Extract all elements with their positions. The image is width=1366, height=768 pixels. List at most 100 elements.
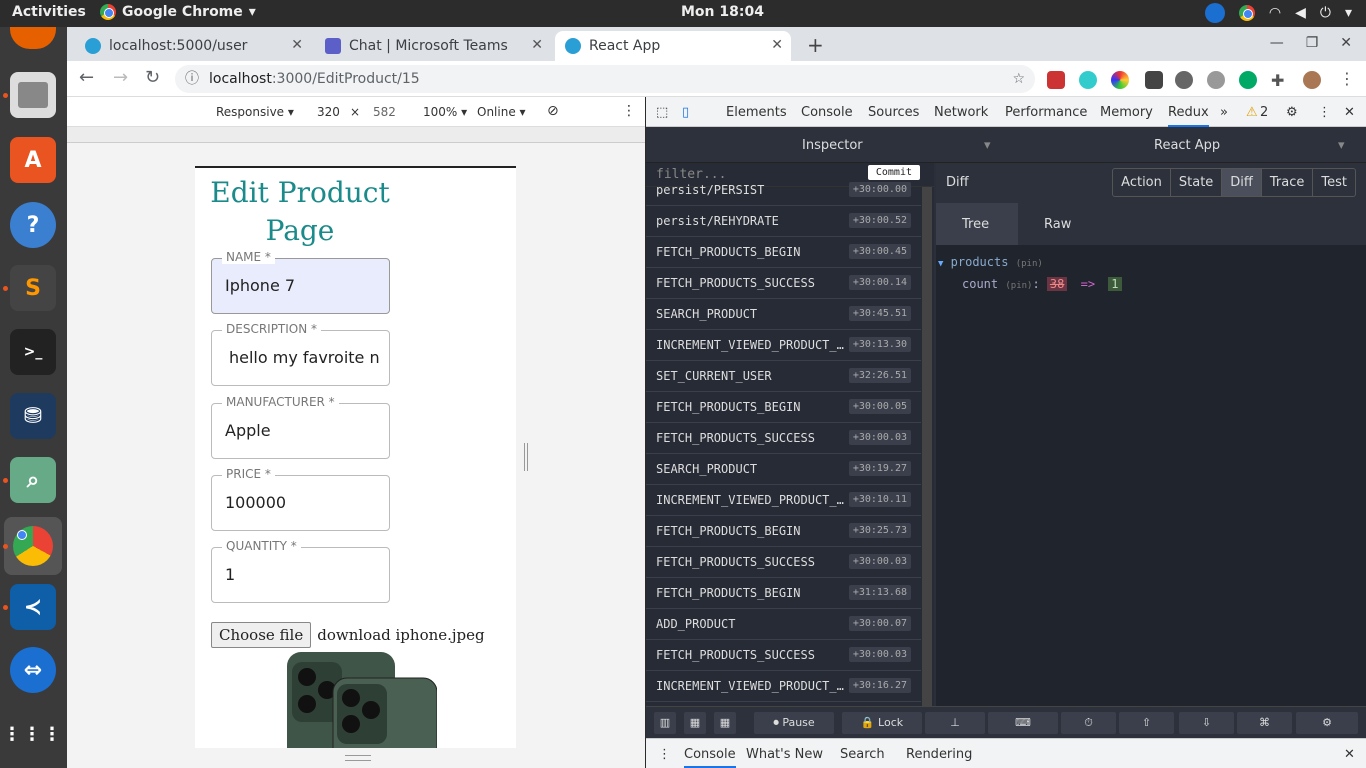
firefox-icon[interactable] — [10, 27, 56, 49]
resize-handle[interactable] — [524, 443, 528, 471]
state-mode-button[interactable]: State — [1171, 169, 1223, 196]
choose-file-button[interactable]: Choose file — [211, 622, 312, 648]
show-apps-icon[interactable]: ⋮⋮⋮ — [3, 711, 61, 757]
layout-icon[interactable]: ▦ — [684, 712, 706, 734]
color-picker-extension-icon[interactable] — [1111, 71, 1129, 89]
vscode-icon[interactable]: ≺ — [10, 584, 56, 630]
help-icon[interactable]: ? — [10, 202, 56, 248]
action-row[interactable]: INCREMENT_VIEWED_PRODUCT_… +30:16.27 — [646, 671, 921, 702]
lock-button[interactable]: 🔒 Lock — [842, 712, 922, 734]
action-row[interactable]: FETCH_PRODUCTS_SUCCESS +30:00.03 — [646, 640, 921, 671]
teamviewer-icon[interactable]: ⇔ — [10, 647, 56, 693]
clock[interactable]: Mon 18:04 — [681, 4, 764, 20]
action-row[interactable]: FETCH_PRODUCTS_SUCCESS +30:00.03 — [646, 547, 921, 578]
action-row[interactable]: FETCH_PRODUCTS_BEGIN +30:00.05 — [646, 392, 921, 423]
expand-triangle-icon[interactable]: ▼ — [938, 259, 943, 269]
instance-select[interactable]: React App — [1154, 138, 1220, 153]
avatar[interactable] — [1303, 71, 1321, 89]
drawer-tab-rendering[interactable]: Rendering — [906, 747, 972, 762]
action-row[interactable]: INCREMENT_VIEWED_PRODUCT_… +30:13.30 — [646, 330, 921, 361]
download-icon[interactable]: ⇩ — [1179, 712, 1234, 734]
drawer-tab-search[interactable]: Search — [840, 747, 885, 762]
warning-count[interactable]: 2 — [1260, 105, 1268, 120]
timer-icon[interactable]: ⏱ — [1061, 712, 1116, 734]
close-icon[interactable]: ✕ — [291, 37, 303, 53]
extension-icon[interactable] — [1047, 71, 1065, 89]
power-icon[interactable]: ⏻ — [1320, 5, 1331, 21]
close-icon[interactable]: ✕ — [531, 37, 543, 53]
drawer-tab-console[interactable]: Console — [684, 747, 736, 768]
pin-link[interactable]: (pin) — [1005, 281, 1032, 291]
upload-icon[interactable]: ⇧ — [1119, 712, 1174, 734]
tab-react-app[interactable]: React App ✕ — [555, 31, 791, 61]
zoom-select[interactable]: 100% ▾ — [423, 105, 467, 119]
pin-link[interactable]: (pin) — [1016, 259, 1043, 269]
mysql-workbench-icon[interactable]: ⛃ — [10, 393, 56, 439]
tab-network[interactable]: Network — [934, 105, 988, 120]
eyedropper-extension-icon[interactable] — [1145, 71, 1163, 89]
close-window-button[interactable]: ✕ — [1340, 35, 1352, 51]
description-value[interactable]: hello my favroite new — [229, 348, 379, 367]
close-icon[interactable]: ✕ — [771, 37, 783, 53]
puzzle-extensions-icon[interactable]: ✚ — [1271, 71, 1289, 90]
close-devtools-icon[interactable]: ✕ — [1344, 105, 1355, 120]
network-throttle-select[interactable]: Online ▾ — [477, 105, 526, 119]
price-field[interactable]: PRICE * 100000 — [211, 467, 390, 531]
tree-root-key[interactable]: products — [951, 255, 1009, 269]
extension-icon[interactable] — [1207, 71, 1225, 89]
layout-icon[interactable]: ▦ — [714, 712, 736, 734]
diff-mode-button[interactable]: Diff — [1222, 169, 1262, 196]
volume-icon[interactable]: ◀ — [1295, 5, 1306, 21]
tab-teams[interactable]: Chat | Microsoft Teams ✕ — [315, 31, 551, 61]
media-query-ruler[interactable] — [67, 127, 645, 143]
manufacturer-field[interactable]: MANUFACTURER * Apple — [211, 395, 390, 459]
chevron-down-icon[interactable]: ▾ — [1345, 5, 1352, 21]
test-mode-button[interactable]: Test — [1313, 169, 1355, 196]
new-tab-button[interactable]: + — [807, 33, 824, 57]
description-field[interactable]: DESCRIPTION * hello my favroite new — [211, 322, 390, 386]
action-row[interactable]: SEARCH_PRODUCT +30:19.27 — [646, 454, 921, 485]
reload-button[interactable]: ↻ — [145, 67, 160, 88]
info-icon[interactable]: ⓘ — [185, 65, 199, 93]
tab-redux[interactable]: Redux — [1168, 105, 1209, 127]
pause-button[interactable]: ⏺ Pause — [754, 712, 834, 734]
sublime-text-icon[interactable]: S — [10, 265, 56, 311]
action-row[interactable]: SEARCH_PRODUCT +30:45.51 — [646, 299, 921, 330]
address-bar[interactable]: ⓘ localhost:3000/EditProduct/15 ☆ — [175, 65, 1035, 93]
action-row[interactable]: persist/REHYDRATE +30:00.52 — [646, 206, 921, 237]
action-row[interactable]: FETCH_PRODUCTS_BEGIN +30:25.73 — [646, 516, 921, 547]
close-drawer-icon[interactable]: ✕ — [1344, 747, 1355, 762]
action-row[interactable]: ADD_PRODUCT +30:00.07 — [646, 609, 921, 640]
monitor-select[interactable]: Inspector — [802, 138, 863, 153]
action-mode-button[interactable]: Action — [1113, 169, 1171, 196]
devtools-menu-icon[interactable]: ⋮ — [1318, 105, 1331, 120]
action-row[interactable]: SET_CURRENT_USER +32:26.51 — [646, 361, 921, 392]
tab-memory[interactable]: Memory — [1100, 105, 1153, 120]
quantity-value[interactable]: 1 — [225, 565, 385, 584]
action-row[interactable]: FETCH_PRODUCTS_BEGIN +30:00.45 — [646, 237, 921, 268]
device-select[interactable]: Responsive ▾ — [216, 105, 294, 119]
more-tabs-icon[interactable]: » — [1220, 105, 1228, 120]
software-center-icon[interactable]: A — [10, 137, 56, 183]
tab-tree[interactable]: Tree — [936, 203, 1018, 245]
settings-gear-icon[interactable]: ⚙ — [1296, 712, 1358, 734]
device-toggle-icon[interactable]: ▯ — [682, 105, 689, 120]
app-menu[interactable]: Google Chrome ▾ — [100, 4, 256, 20]
tab-performance[interactable]: Performance — [1005, 105, 1087, 120]
extension-icon[interactable] — [1079, 71, 1097, 89]
maximize-button[interactable]: ❐ — [1306, 35, 1319, 51]
action-row[interactable]: FETCH_PRODUCTS_BEGIN +31:13.68 — [646, 578, 921, 609]
warning-icon[interactable]: ⚠ — [1246, 105, 1258, 120]
keyboard-icon[interactable]: ⌨ — [988, 712, 1058, 734]
drawer-menu-icon[interactable]: ⋮ — [658, 747, 671, 762]
action-row[interactable]: FETCH_PRODUCTS_SUCCESS +30:00.14 — [646, 268, 921, 299]
chrome-menu-icon[interactable]: ⋮ — [1339, 69, 1355, 88]
more-options-icon[interactable]: ⋮ — [622, 103, 636, 119]
extension-icon[interactable] — [1175, 71, 1193, 89]
tab-user[interactable]: localhost:5000/user ✕ — [75, 31, 311, 61]
chevron-down-icon[interactable]: ▾ — [984, 138, 991, 153]
layout-icon[interactable]: ▥ — [654, 712, 676, 734]
activities-button[interactable]: Activities — [12, 4, 86, 20]
trace-mode-button[interactable]: Trace — [1262, 169, 1314, 196]
price-value[interactable]: 100000 — [225, 493, 385, 512]
